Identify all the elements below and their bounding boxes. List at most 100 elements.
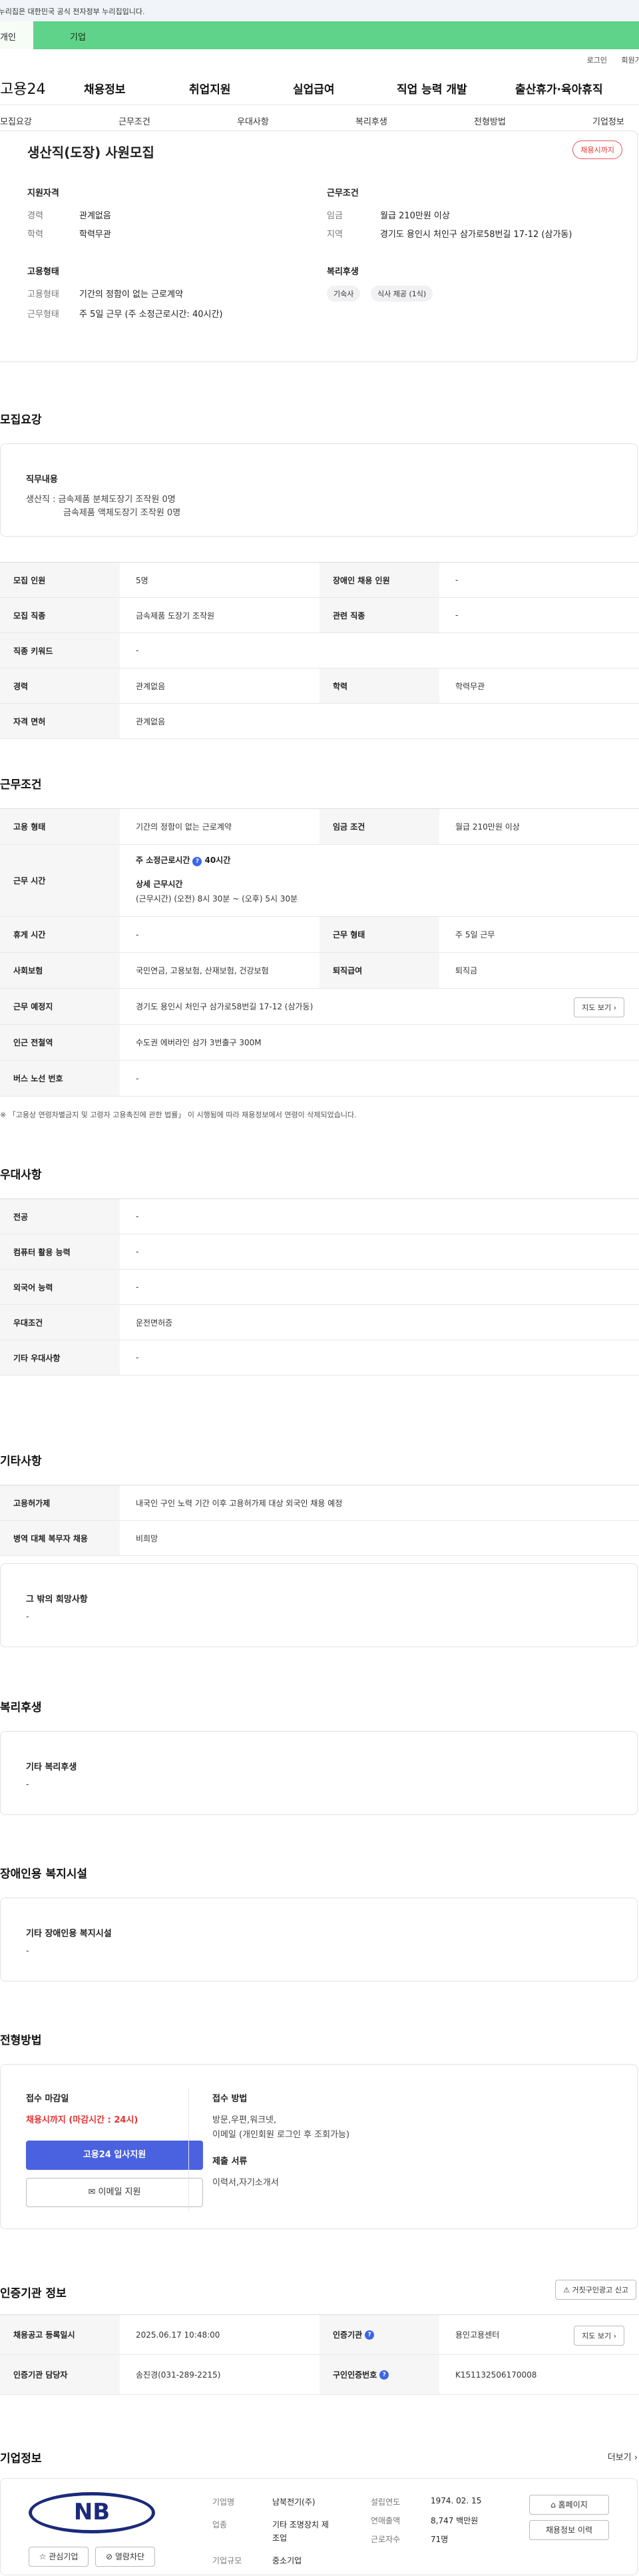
founded-label: 설립연도 <box>371 2497 401 2507</box>
info-icon[interactable]: ? <box>365 2330 375 2340</box>
row-value: 퇴직금 <box>455 966 478 975</box>
info-icon[interactable]: ? <box>379 2370 389 2380</box>
wage-value: 월급 210만원 이상 <box>380 211 450 221</box>
weekly-hours-value: 40시간 <box>204 856 231 865</box>
gnb-item-employment-support[interactable]: 취업지원 <box>189 80 231 97</box>
method-title: 접수 방법 <box>212 2094 248 2104</box>
gnb-item-skills[interactable]: 직업 능력 개발 <box>397 80 467 97</box>
row-value: 금속제품 도장기 조작원 <box>136 611 215 621</box>
etc-heading: 기타사항 <box>0 1455 42 1468</box>
disabled-box-value: - <box>26 1946 29 1956</box>
chip-meal: 식사 제공 (1식) <box>371 286 433 302</box>
row-label: 컴퓨터 활용 능력 <box>0 1234 120 1269</box>
row-label: 근무 예정지 <box>0 989 120 1024</box>
site-logo[interactable]: 고용24 <box>0 77 45 99</box>
company-size-value: 중소기업 <box>272 2556 302 2565</box>
row-value: 월급 210만원 이상 <box>455 822 520 832</box>
disabled-heading: 장애인용 복지시설 <box>0 1868 88 1881</box>
table-row: 자격 면허 관계없음 <box>0 704 639 739</box>
employees-value: 71명 <box>431 2535 449 2544</box>
tab-personal[interactable]: 개인 <box>0 21 33 49</box>
row-value: - <box>136 646 139 655</box>
table-row: 모집 인원 5명 장애인 채용 인원 - <box>0 563 639 598</box>
age-notice: ※ 「고용상 연령차별금지 및 고령자 고용촉진에 관한 법률」 이 시행됨에 … <box>0 1111 357 1119</box>
subnav-welfare[interactable]: 복리후생 <box>355 115 387 127</box>
selection-box: 접수 마감일 채용시까지 (마감시간 : 24시) 고용24 입사지원 ✉ 이메… <box>0 2064 638 2229</box>
table-row: 인근 전철역 수도권 에버라인 삼가 3번출구 300M <box>0 1025 639 1061</box>
block-label: 열람차단 <box>114 2552 145 2561</box>
map-button[interactable]: 지도 보기 › <box>574 997 624 1017</box>
employees-label: 근로자수 <box>371 2535 401 2544</box>
favorite-company-button[interactable]: ☆ 관심기업 <box>29 2547 89 2567</box>
row-value: 비희망 <box>136 1533 158 1543</box>
row-label: 휴게 시간 <box>0 917 120 952</box>
row-label: 고용 형태 <box>0 809 120 844</box>
deadline-badge: 채용시까지 <box>572 140 622 159</box>
block-company-button[interactable]: ⊘ 열람차단 <box>95 2547 155 2567</box>
tab-corporate[interactable]: 기업 <box>33 21 639 49</box>
row-label: 인증기관? <box>320 2315 439 2354</box>
subnav-selection[interactable]: 전형방법 <box>474 115 506 127</box>
work-table: 고용 형태 기간의 정함이 없는 근로계약 임금 조건 월급 210만원 이상 … <box>0 808 639 1097</box>
sales-label: 연매출액 <box>371 2516 401 2525</box>
row-label: 버스 노선 번호 <box>0 1061 120 1096</box>
industry-label: 업종 <box>212 2520 228 2529</box>
subnav-recruit[interactable]: 모집요강 <box>0 115 32 127</box>
login-link[interactable]: 로그인 <box>587 55 607 65</box>
email-apply-button[interactable]: ✉ 이메일 지원 <box>26 2178 203 2207</box>
subnav-work-conditions[interactable]: 근무조건 <box>118 115 150 127</box>
apply-button[interactable]: 고용24 입사지원 <box>26 2141 203 2170</box>
emp-type-value: 기간의 정함이 없는 근로계약 <box>79 290 183 300</box>
table-row: 직종 키워드 - <box>0 633 639 668</box>
edu-label: 학력 <box>27 230 43 240</box>
report-false-ad-button[interactable]: ⚠ 거짓구인광고 신고 <box>555 2280 636 2300</box>
table-row: 우대조건 운전면허증 <box>0 1305 639 1340</box>
row-value: 경기도 용인시 처인구 삼가로58번길 17-12 (삼가동) <box>136 1002 314 1011</box>
location-value: 경기도 용인시 처인구 삼가로58번길 17-12 (삼가동) <box>380 230 572 240</box>
join-link[interactable]: 회원가입 <box>622 55 639 65</box>
conditions-heading: 근무조건 <box>327 188 359 198</box>
agency-heading: 인증기관 정보 <box>0 2287 67 2300</box>
docs-title: 제출 서류 <box>212 2157 248 2167</box>
block-icon: ⊘ <box>105 2552 113 2561</box>
employment-heading: 고용형태 <box>27 267 59 277</box>
row-label: 자격 면허 <box>0 704 120 738</box>
gnb-item-unemployment-benefit[interactable]: 실업급여 <box>293 80 335 97</box>
row-label: 학력 <box>320 668 439 703</box>
row-value: 관계없음 <box>136 681 166 691</box>
subnav-preferences[interactable]: 우대사항 <box>237 115 269 127</box>
gnb-item-parental-leave[interactable]: 출산휴가·육아휴직 <box>515 80 603 97</box>
homepage-button[interactable]: ⌂ 홈페이지 <box>529 2495 609 2515</box>
detail-hours-title: 상세 근무시간 <box>136 880 183 889</box>
job-title: 생산직(도장) 사원모집 <box>27 144 154 160</box>
detail-hours-value: (근무시간) (오전) 8시 30분 ~ (오후) 5시 30분 <box>136 894 298 903</box>
sales-value: 8,747 백만원 <box>431 2516 479 2525</box>
row-value: - <box>136 1247 139 1256</box>
table-row: 전공 - <box>0 1199 639 1234</box>
work-type-value: 주 5일 근무 (주 소정근로시간: 40시간) <box>79 310 223 320</box>
row-label: 임금 조건 <box>320 809 439 844</box>
agency-map-button[interactable]: 지도 보기 › <box>574 2326 624 2346</box>
subnav-company[interactable]: 기업정보 <box>592 115 624 127</box>
recruit-history-button[interactable]: 채용정보 이력 <box>529 2520 609 2540</box>
gnb-item-jobs[interactable]: 채용정보 <box>84 80 126 97</box>
company-more-link[interactable]: 더보기 › <box>608 2450 638 2463</box>
welfare-box: 기타 복리후생 - <box>0 1731 638 1815</box>
other-wishes-title: 그 밖의 희망사항 <box>26 1595 88 1605</box>
row-value: - <box>455 575 459 585</box>
founded-value: 1974. 02. 15 <box>431 2496 482 2505</box>
career-value: 관계없음 <box>79 211 111 221</box>
mail-icon: ✉ <box>88 2187 96 2197</box>
method-value-1: 방문,우편,워크넷, <box>212 2115 277 2125</box>
row-value: - <box>136 1073 139 1083</box>
company-box: NB ☆ 관심기업 ⊘ 열람차단 기업명 남북전기(주) 업종 기타 조명장치 … <box>0 2478 638 2575</box>
table-row: 근무 시간 주 소정근로시간? 40시간 상세 근무시간 (근무시간) (오전) … <box>0 845 639 917</box>
row-label: 전공 <box>0 1199 120 1234</box>
table-row: 기타 우대사항 - <box>0 1340 639 1376</box>
summary-card: 생산직(도장) 사원모집 채용시까지 지원자격 경력 관계없음 학력 학력무관 … <box>0 130 638 362</box>
row-label: 인근 전철역 <box>0 1025 120 1060</box>
info-icon[interactable]: ? <box>192 857 202 866</box>
table-row: 고용허가제 내국인 구인 노력 기간 이후 고용허가제 대상 외국인 채용 예정 <box>0 1485 639 1521</box>
row-value: K151132506170008 <box>455 2370 537 2380</box>
table-row: 사회보험 국민연금, 고용보험, 산재보험, 건강보험 퇴직급여 퇴직금 <box>0 953 639 989</box>
